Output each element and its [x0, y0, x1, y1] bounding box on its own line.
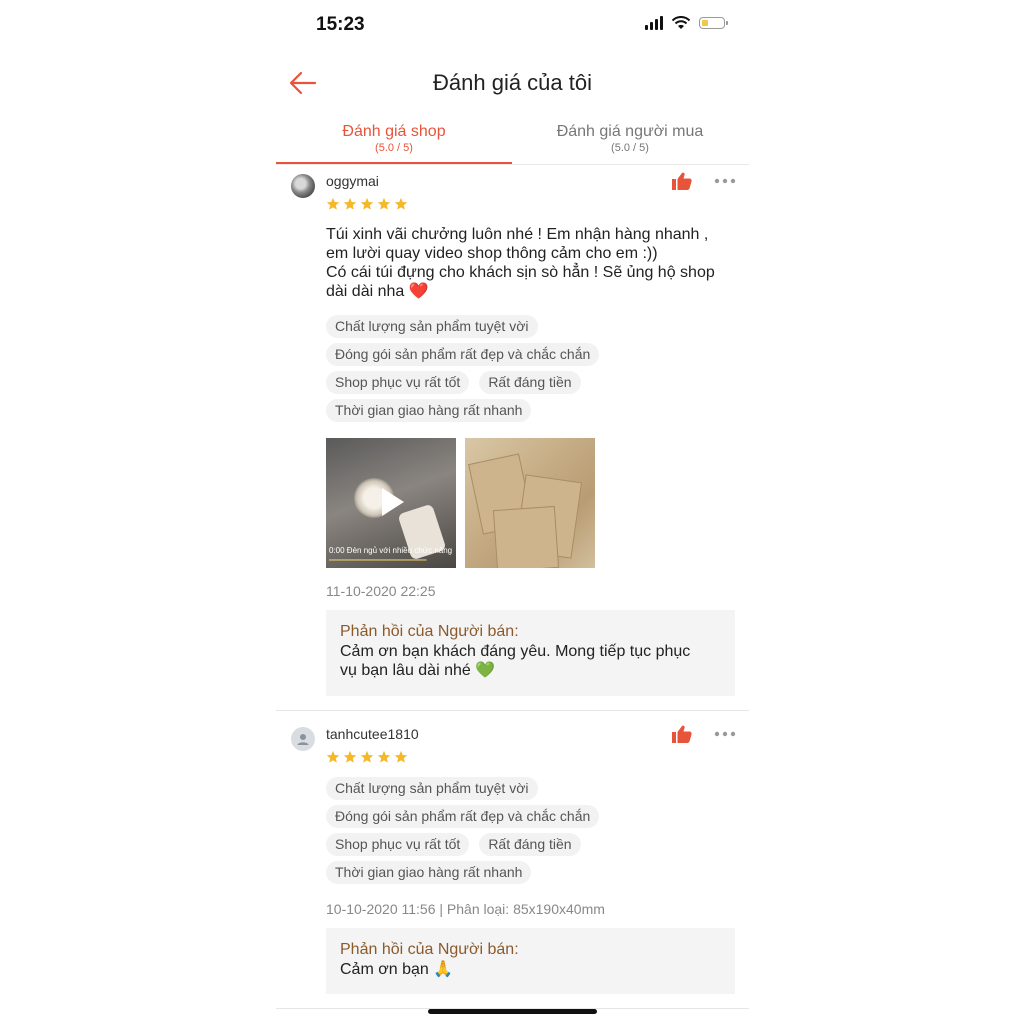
star-icon — [326, 197, 340, 210]
star-icon — [343, 750, 357, 763]
review-tag: Chất lượng sản phẩm tuyệt vời — [326, 315, 538, 338]
seller-reply-line: Cảm ơn bạn khách đáng yêu. Mong tiếp tục… — [340, 643, 691, 660]
star-icon — [360, 750, 374, 763]
review-tags: Chất lượng sản phẩm tuyệt vời Đóng gói s… — [326, 315, 736, 427]
review-media: 0:00 Đèn ngủ với nhiều chức năng ━━━━━━━… — [326, 438, 595, 568]
review-tag: Thời gian giao hàng rất nhanh — [326, 861, 532, 884]
review-username[interactable]: oggymai — [326, 173, 379, 189]
star-icon — [394, 197, 408, 210]
star-icon — [343, 197, 357, 210]
tab-bar: Đánh giá shop (5.0 / 5) Đánh giá người m… — [276, 120, 749, 165]
star-rating — [326, 197, 408, 211]
page-title: Đánh giá của tôi — [433, 70, 592, 95]
more-horizontal-icon[interactable] — [714, 178, 736, 184]
status-time: 15:23 — [316, 14, 365, 35]
video-subcaption: ━━━━━━━━━━━━━━━━━━━━━━━━━━━ — [329, 558, 427, 564]
home-indicator[interactable] — [428, 1009, 597, 1014]
seller-reply: Phản hồi của Người bán: Cảm ơn bạn khách… — [326, 610, 735, 696]
battery-icon — [699, 17, 728, 29]
review-tag: Đóng gói sản phẩm rất đẹp và chắc chắn — [326, 343, 600, 366]
user-icon — [297, 734, 309, 745]
star-icon — [394, 750, 408, 763]
divider — [276, 710, 749, 711]
review-tag: Rất đáng tiền — [479, 371, 581, 394]
review-photo-thumbnail[interactable] — [465, 438, 595, 568]
review-date: 11-10-2020 22:25 — [326, 583, 436, 599]
star-icon — [377, 197, 391, 210]
tab-label: Đánh giá shop — [342, 123, 446, 140]
review-tags: Chất lượng sản phẩm tuyệt vời Đóng gói s… — [326, 777, 736, 889]
status-icons — [645, 16, 728, 30]
tab-shop-reviews[interactable]: Đánh giá shop (5.0 / 5) — [276, 120, 512, 164]
tab-label: Đánh giá người mua — [556, 123, 704, 140]
review-tag: Đóng gói sản phẩm rất đẹp và chắc chắn — [326, 805, 600, 828]
star-icon — [377, 750, 391, 763]
thumbs-up-icon[interactable] — [672, 725, 692, 743]
review-date-variant: 10-10-2020 11:56 | Phân loại: 85x190x40m… — [326, 901, 605, 917]
cellular-signal-icon — [645, 16, 663, 30]
tab-rating: (5.0 / 5) — [375, 142, 413, 154]
review-tag: Chất lượng sản phẩm tuyệt vời — [326, 777, 538, 800]
review-tag: Shop phục vụ rất tốt — [326, 833, 470, 856]
thumbs-up-icon[interactable] — [672, 172, 692, 190]
status-bar: 15:23 — [276, 0, 749, 50]
avatar[interactable] — [291, 727, 315, 751]
review-tag: Thời gian giao hàng rất nhanh — [326, 399, 532, 422]
header: Đánh giá của tôi — [276, 58, 749, 108]
more-horizontal-icon[interactable] — [714, 731, 736, 737]
review-username[interactable]: tanhcutee1810 — [326, 726, 419, 742]
review-comment: Túi xinh vãi chưởng luôn nhé ! Em nhận h… — [326, 225, 736, 301]
comment-line: Túi xinh vãi chưởng luôn nhé ! Em nhận h… — [326, 226, 709, 243]
seller-reply-line: Cảm ơn bạn 🙏 — [340, 961, 454, 978]
star-rating — [326, 750, 408, 764]
comment-line: dài dài nha ❤️ — [326, 283, 429, 300]
avatar[interactable] — [291, 174, 315, 198]
seller-reply-heading: Phản hồi của Người bán: — [340, 941, 519, 958]
tab-rating: (5.0 / 5) — [611, 142, 649, 154]
phone-screen: 15:23 Đánh giá của tôi Đánh giá shop (5.… — [276, 0, 749, 1024]
review-tag: Shop phục vụ rất tốt — [326, 371, 470, 394]
review-video-thumbnail[interactable]: 0:00 Đèn ngủ với nhiều chức năng ━━━━━━━… — [326, 438, 456, 568]
comment-line: em lười quay video shop thông cảm cho em… — [326, 245, 658, 262]
seller-reply-heading: Phản hồi của Người bán: — [340, 623, 519, 640]
review-tag: Rất đáng tiền — [479, 833, 581, 856]
seller-reply-line: vụ bạn lâu dài nhé 💚 — [340, 662, 496, 679]
seller-reply: Phản hồi của Người bán: Cảm ơn bạn 🙏 — [326, 928, 735, 994]
star-icon — [326, 750, 340, 763]
comment-line: Có cái túi đựng cho khách sịn sò hẳn ! S… — [326, 264, 715, 281]
play-icon[interactable] — [382, 488, 404, 516]
video-caption: 0:00 Đèn ngủ với nhiều chức năng — [329, 546, 453, 555]
tab-buyer-reviews[interactable]: Đánh giá người mua (5.0 / 5) — [512, 120, 748, 164]
star-icon — [360, 197, 374, 210]
wifi-icon — [671, 16, 691, 29]
